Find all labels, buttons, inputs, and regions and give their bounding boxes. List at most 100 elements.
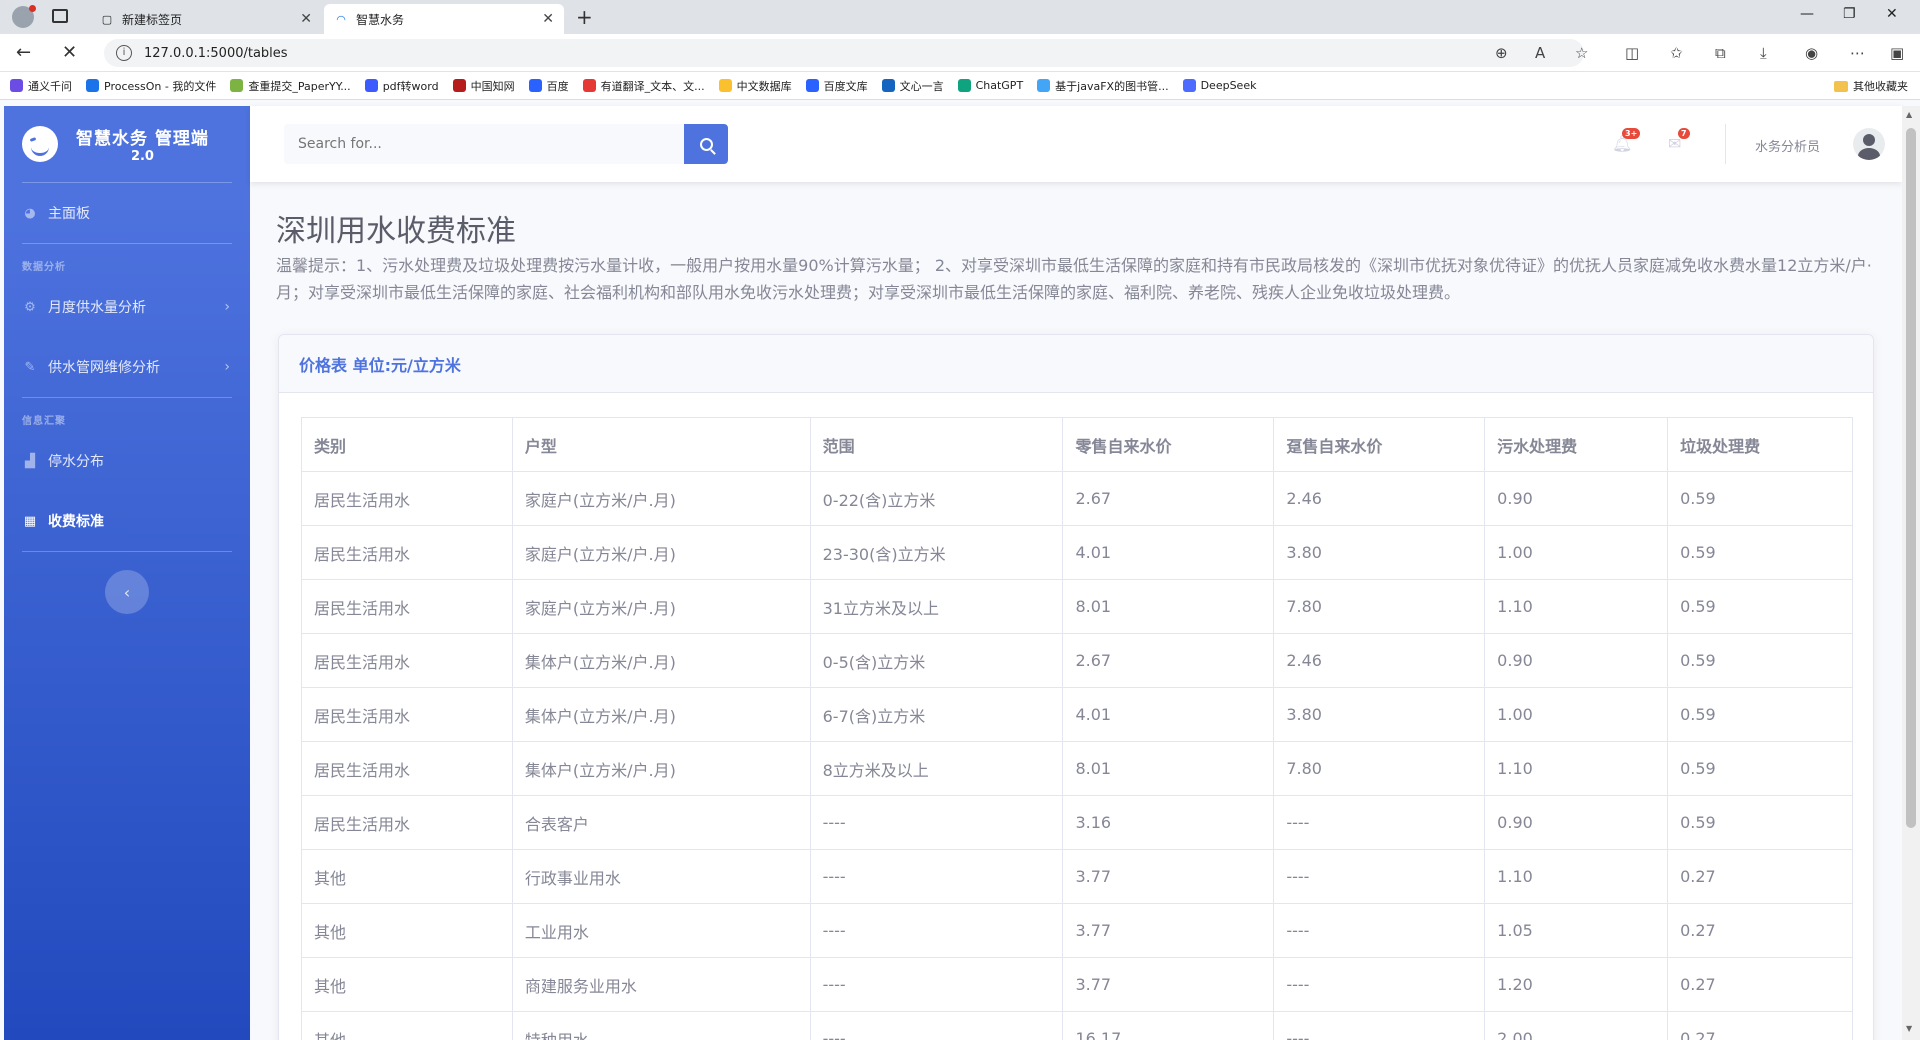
bookmark-item[interactable]: 文心一言: [881, 78, 944, 94]
table-cell: 2.46: [1273, 633, 1486, 688]
close-window-icon[interactable]: ✕: [1886, 6, 1898, 22]
bookmark-item[interactable]: ChatGPT: [957, 79, 1024, 92]
table-cell: ----: [1273, 795, 1486, 850]
bookmark-item[interactable]: 有道翻译_文本、文...: [582, 78, 705, 94]
bookmark-icon: [10, 79, 23, 92]
browser-tabstrip: ▢ 新建标签页 ✕ ◠ 智慧水务 ✕ + — ❐ ✕: [0, 0, 1920, 34]
bookmark-item[interactable]: DeepSeek: [1182, 79, 1256, 92]
column-header: 户型: [511, 417, 811, 472]
sidebar-item-pipeline-repair[interactable]: ✎ 供水管网维修分析 ›: [4, 337, 250, 397]
bookmark-item[interactable]: 中文数据库: [718, 78, 792, 94]
table-cell: 0.59: [1667, 471, 1853, 526]
table-cell: ----: [809, 957, 1064, 1012]
table-cell: ----: [809, 795, 1064, 850]
area-chart-icon: ▟: [25, 453, 35, 469]
bookmark-item[interactable]: 百度: [528, 78, 569, 94]
bookmark-label: 百度文库: [823, 79, 868, 93]
bookmark-label: 查重提交_PaperYY...: [248, 79, 351, 93]
sidebar-toggle-button[interactable]: ‹: [105, 570, 149, 614]
search-icon: [699, 137, 713, 151]
table-cell: 1.10: [1484, 579, 1669, 634]
sidebar-item-monthly-supply[interactable]: ⚙ 月度供水量分析 ›: [4, 277, 250, 337]
bookmark-label: 基于javaFX的图书管...: [1055, 79, 1169, 93]
url-field[interactable]: i 127.0.0.1:5000/tables: [104, 39, 1584, 67]
bookmark-item[interactable]: 基于javaFX的图书管...: [1037, 78, 1169, 94]
sidebar-toggle-icon[interactable]: ▣: [1890, 44, 1904, 62]
profile-icon[interactable]: [12, 5, 36, 28]
scroll-up-icon[interactable]: ▲: [1906, 110, 1912, 119]
search-button[interactable]: [684, 124, 728, 164]
bookmark-item[interactable]: 百度文库: [805, 78, 868, 94]
bookmark-item[interactable]: ProcessOn - 我的文件: [86, 78, 216, 94]
bookmark-icon: [1182, 79, 1196, 92]
table-cell: 3.80: [1273, 525, 1486, 580]
sidebar-item-fee-standards[interactable]: ▦ 收费标准: [4, 491, 250, 551]
page-scrollbar[interactable]: ▲ ▼: [1902, 106, 1920, 1040]
read-aloud-icon[interactable]: A: [1535, 44, 1545, 62]
bookmark-icon: [582, 79, 596, 92]
sidebar-item-outage-map[interactable]: ▟ 停水分布: [4, 431, 250, 491]
stop-loading-icon[interactable]: ✕: [62, 42, 77, 63]
favorites-icon[interactable]: ✩: [1670, 44, 1683, 62]
browser-tab-newtab[interactable]: ▢ 新建标签页 ✕: [90, 4, 322, 34]
price-table-card: 价格表 单位:元/立方米 类别 户型 范围 零售自来水价 趸售自来水价 污水处理…: [278, 334, 1874, 1040]
notice-text: 温馨提示：1、污水处理费及垃圾处理费按污水量计收，一般用户按用水量90%计算污水…: [276, 256, 1872, 302]
table-cell: 1.10: [1484, 741, 1669, 796]
bookmark-item[interactable]: pdf转word: [364, 78, 439, 94]
table-cell: 1.00: [1484, 525, 1669, 580]
bookmark-icon: [364, 79, 378, 92]
restore-icon[interactable]: ❐: [1843, 6, 1856, 22]
close-tab-icon[interactable]: ✕: [542, 11, 554, 27]
loading-spinner-icon: ◠: [336, 12, 346, 26]
brand[interactable]: 智慧水务 管理端 2.0: [4, 106, 250, 182]
search-input[interactable]: [284, 124, 684, 164]
downloads-icon[interactable]: ⤓: [1760, 44, 1767, 62]
bookmark-item[interactable]: 通义千问: [10, 78, 72, 94]
table-cell: 家庭户(立方米/户.月): [511, 525, 811, 580]
bookmark-item[interactable]: 查重提交_PaperYY...: [230, 78, 351, 94]
table-cell: 3.80: [1273, 687, 1486, 742]
table-cell: 0.27: [1667, 1011, 1853, 1040]
new-tab-button[interactable]: +: [576, 5, 593, 29]
alerts-dropdown[interactable]: 🔔︎ 3+: [1612, 128, 1641, 153]
table-cell: 4.01: [1062, 687, 1275, 742]
browser-tab-active[interactable]: ◠ 智慧水务 ✕: [324, 4, 564, 34]
favorite-star-icon[interactable]: ☆: [1575, 44, 1588, 62]
topbar-divider: [1725, 124, 1726, 164]
bookmark-label: ProcessOn - 我的文件: [104, 79, 217, 93]
bookmark-label: ChatGPT: [975, 79, 1024, 92]
table-cell: 2.46: [1273, 471, 1486, 526]
chevron-left-icon: ‹: [123, 582, 131, 602]
sidebar-item-label: 收费标准: [48, 514, 104, 530]
table-cell: 集体户(立方米/户.月): [511, 633, 811, 688]
avatar[interactable]: [1853, 128, 1885, 160]
close-tab-icon[interactable]: ✕: [300, 11, 312, 27]
user-name[interactable]: 水务分析员: [1755, 136, 1820, 155]
folder-icon: [1834, 80, 1848, 92]
table-cell: 0.27: [1667, 903, 1853, 958]
minimize-icon[interactable]: —: [1800, 6, 1814, 22]
back-icon[interactable]: ←: [16, 42, 31, 63]
more-menu-icon[interactable]: ⋯: [1850, 44, 1865, 62]
table-row: 居民生活用水 集体户(立方米/户.月) 6-7(含)立方米 4.01 3.80 1.00 0…: [301, 687, 1853, 742]
table-cell: 居民生活用水: [301, 741, 513, 796]
bookmark-label: 中文数据库: [736, 79, 792, 93]
collections-icon[interactable]: ⧉: [1715, 44, 1726, 62]
table-cell: 8.01: [1062, 741, 1275, 796]
messages-dropdown[interactable]: ✉ 7: [1668, 128, 1690, 153]
sidebar-item-dashboard[interactable]: ◕ 主面板: [4, 183, 250, 243]
table-row: 其他 商建服务业用水 ---- 3.77 ---- 1.20 0.27: [301, 957, 1853, 1012]
table-cell: 23-30(含)立方米: [809, 525, 1064, 580]
bookmark-icon: [805, 79, 819, 92]
bookmark-icon: [86, 79, 99, 92]
extension-icon[interactable]: ◉: [1805, 44, 1818, 62]
bookmark-item[interactable]: 中国知网: [452, 78, 515, 94]
zoom-icon[interactable]: ⊕: [1495, 44, 1508, 62]
site-info-icon[interactable]: i: [116, 45, 132, 61]
other-bookmarks-folder[interactable]: 其他收藏夹: [1834, 78, 1908, 94]
scrollbar-thumb[interactable]: [1906, 128, 1916, 828]
table-row: 居民生活用水 家庭户(立方米/户.月) 23-30(含)立方米 4.01 3.80 1.0…: [301, 525, 1853, 580]
scroll-down-icon[interactable]: ▼: [1906, 1024, 1912, 1033]
tab-actions-icon[interactable]: [52, 9, 68, 23]
split-screen-icon[interactable]: ◫: [1625, 44, 1639, 62]
